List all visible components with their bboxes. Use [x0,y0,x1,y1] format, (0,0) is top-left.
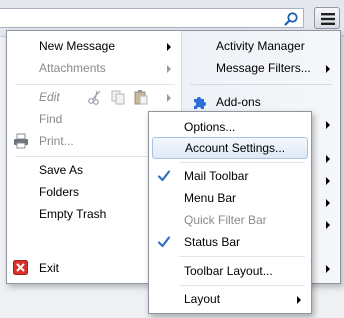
submenu-item-options[interactable]: Options... [149,116,311,138]
submenu-arrow-icon [326,65,330,73]
submenu-arrow-icon [326,199,330,207]
menu-item-message-filters[interactable]: Message Filters... [182,57,340,79]
menu-item-label: Layout [184,292,221,306]
menu-item-label: Toolbar Layout... [184,264,273,278]
menu-separator [179,256,305,257]
menu-item-label: Options... [184,120,236,134]
menu-item-edit: Edit [7,86,181,108]
menu-item-activity-manager[interactable]: Activity Manager [182,35,340,57]
menu-item-new-message[interactable]: New Message [7,35,181,57]
menu-separator [179,162,305,163]
copy-icon[interactable] [110,89,126,105]
menu-item-label: Add-ons [216,95,261,109]
menu-item-label: Save As [39,163,84,177]
search-input[interactable] [0,8,304,28]
submenu-arrow-icon [167,94,171,102]
checkmark-icon [157,170,171,182]
app-menu-button[interactable] [314,7,340,29]
menu-item-label: Empty Trash [39,207,107,221]
printer-icon [14,133,28,149]
submenu-item-account-settings[interactable]: Account Settings... [152,137,308,159]
submenu-item-toolbar-layout[interactable]: Toolbar Layout... [149,260,311,282]
submenu-arrow-icon [326,155,330,163]
submenu-arrow-icon [167,43,171,51]
menu-separator [190,84,332,85]
search-icon[interactable] [283,11,299,27]
menu-separator [15,84,175,85]
submenu-arrow-icon [326,265,330,273]
menu-separator [179,285,305,286]
menu-item-label: Message Filters... [216,61,311,75]
menu-item-attachments[interactable]: Attachments [7,57,181,79]
menu-item-label: Attachments [39,61,106,75]
menu-item-label: Activity Manager [216,39,305,53]
submenu-item-quick-filter-bar: Quick Filter Bar [149,209,311,231]
menu-item-add-ons[interactable]: Add-ons [182,91,340,113]
menu-item-label: Find [39,112,63,126]
submenu-item-status-bar[interactable]: Status Bar [149,231,311,253]
submenu-item-menu-bar[interactable]: Menu Bar [149,187,311,209]
submenu-arrow-icon [326,177,330,185]
menu-item-label: Quick Filter Bar [184,213,267,227]
menu-item-label: Print... [39,134,74,148]
checkmark-icon [157,236,171,248]
menu-item-label: Folders [39,185,80,199]
submenu-arrow-icon [297,296,301,304]
submenu-item-layout[interactable]: Layout [149,288,311,310]
menu-item-label: New Message [39,39,116,53]
cut-icon[interactable] [87,89,103,105]
exit-icon [13,260,28,275]
submenu-arrow-icon [167,65,171,73]
menu-item-label: Exit [39,261,60,275]
submenu-arrow-icon [326,221,330,229]
puzzle-piece-icon [194,97,206,109]
hamburger-icon [321,13,335,25]
menu-item-label: Status Bar [184,235,241,249]
options-submenu: Options... Account Settings... Mail Tool… [148,111,312,314]
menu-item-label: Menu Bar [184,191,237,205]
submenu-item-mail-toolbar[interactable]: Mail Toolbar [149,165,311,187]
menu-item-label: Account Settings... [185,141,286,155]
menu-item-label: Edit [39,90,60,104]
submenu-arrow-icon [326,121,330,129]
paste-icon[interactable] [133,89,149,105]
menu-item-label: Mail Toolbar [184,169,249,183]
